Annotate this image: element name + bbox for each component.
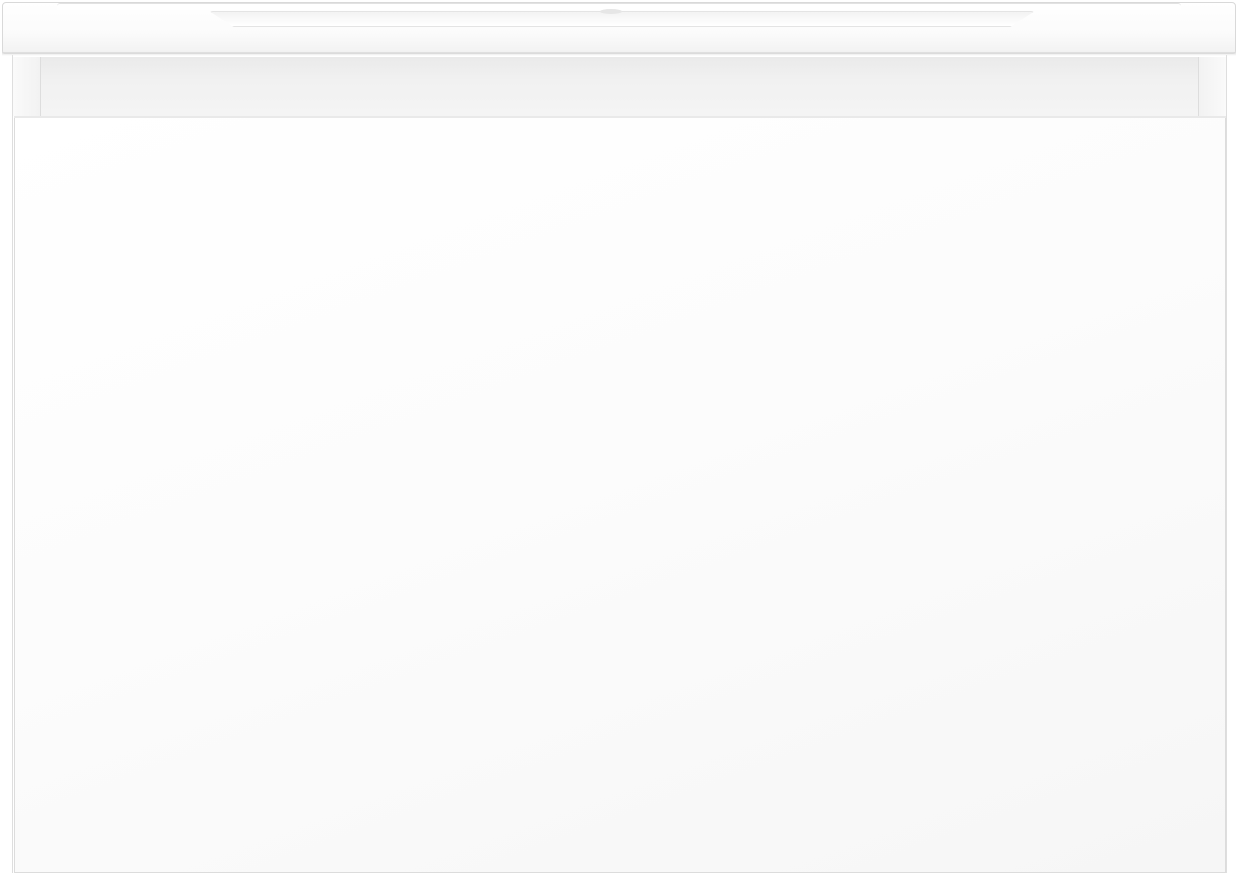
basin-bowl (209, 11, 1035, 27)
tap-hole (600, 9, 622, 14)
cabinet-side-right (1199, 57, 1226, 116)
basin-edge-shadow (2, 52, 1236, 56)
handle-recess-rail (40, 57, 1199, 116)
cabinet-side-left (13, 57, 40, 116)
product-image (0, 0, 1239, 875)
basin-countertop (2, 2, 1236, 54)
drawer-top-edge (14, 116, 1226, 118)
drawer-front (14, 116, 1226, 873)
